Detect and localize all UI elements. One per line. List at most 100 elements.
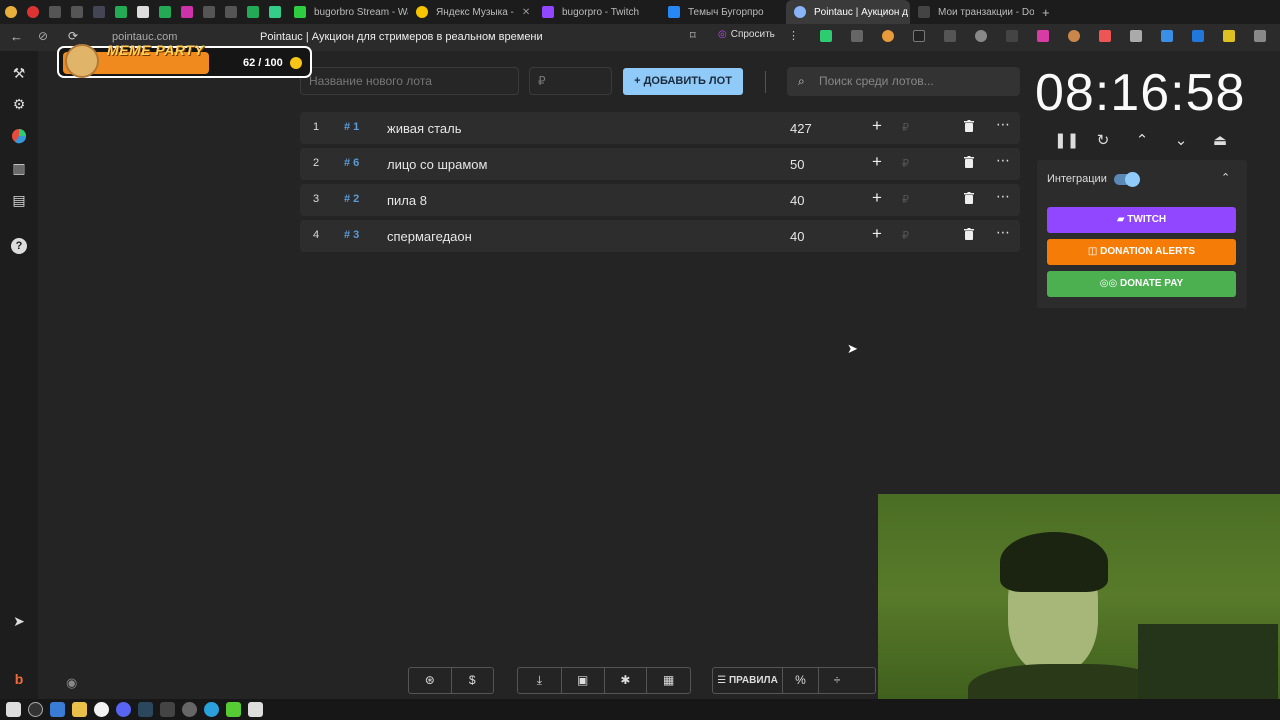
taskbar-app-icon[interactable] [248,702,263,717]
taskbar-app-icon[interactable] [160,702,175,717]
more-options-icon[interactable]: ⋯ [996,116,1011,133]
steam-icon[interactable] [138,702,153,717]
tab-twitch[interactable]: bugorpro - Twitch [534,0,660,24]
extension-icon[interactable] [882,30,894,42]
lot-name[interactable]: пила 8 [387,193,427,208]
tab-yandex-music[interactable]: Яндекс Музыка - ✕ [408,0,534,24]
reload-icon[interactable]: ⟳ [68,29,78,43]
pinned-tab-icon[interactable] [159,6,171,18]
ask-button[interactable]: ◎ Спросить [718,29,775,40]
windows-start-icon[interactable] [6,702,21,717]
lot-name[interactable]: лицо со шрамом [387,157,487,172]
extension-icon[interactable] [1037,30,1049,42]
telegram-icon[interactable] [204,702,219,717]
lot-name[interactable]: спермагедаон [387,229,472,244]
bug-icon[interactable]: ✱ [605,668,648,693]
collapse-chevron-icon[interactable]: ⌃ [1221,171,1230,184]
pinned-tab-icon[interactable] [269,6,281,18]
more-options-icon[interactable]: ⋯ [996,224,1011,241]
add-amount-plus-icon[interactable]: + [872,188,882,208]
pinned-tab-icon[interactable] [115,6,127,18]
extension-icon[interactable] [1068,30,1080,42]
pinned-tab-icon[interactable] [49,6,61,18]
time-down-chevron-icon[interactable]: ⌄ [1172,131,1190,149]
extension-icon[interactable] [1099,30,1111,42]
tab-bugorbro-stream[interactable]: bugorbro Stream - Watc [286,0,408,24]
lot-amount[interactable]: 50 [790,157,804,172]
extension-icon[interactable] [1223,30,1235,42]
save-icon[interactable]: ▣ [562,668,605,693]
extension-icon[interactable] [975,30,987,42]
extra-amount-input[interactable]: ₽ [902,193,909,206]
pause-icon[interactable]: ❚❚ [1054,131,1079,149]
time-up-chevron-icon[interactable]: ⌃ [1133,131,1151,149]
extra-amount-input[interactable]: ₽ [902,229,909,242]
pinned-tab-icon[interactable] [225,6,237,18]
shield-icon[interactable]: ⊘ [38,29,48,43]
extension-icon[interactable] [1006,30,1018,42]
download-icon[interactable]: ⤓ [518,668,562,693]
statistics-chart-icon[interactable]: ▥ [11,160,27,176]
tab-donatepay[interactable]: Мои транзакции - Don [910,0,1034,24]
extension-icon[interactable] [1254,30,1266,42]
yandex-browser-icon[interactable] [94,702,109,717]
pinned-tab-icon[interactable] [247,6,259,18]
pinned-tab-icon[interactable] [93,6,105,18]
extension-icon[interactable] [820,30,832,42]
extension-icon[interactable] [1192,30,1204,42]
close-tab-icon[interactable]: ✕ [522,7,530,18]
settings-gear-icon[interactable]: ⚙ [11,96,27,112]
taskbar-app-icon[interactable] [226,702,241,717]
extra-amount-input[interactable]: ₽ [902,121,909,134]
lot-amount[interactable]: 40 [790,193,804,208]
extension-icon[interactable] [851,30,863,42]
add-amount-plus-icon[interactable]: + [872,116,882,136]
taskbar-app-icon[interactable] [50,702,65,717]
rules-button[interactable]: ☰ ПРАВИЛА [713,668,783,693]
wheel-pie-icon[interactable] [11,128,27,144]
github-icon[interactable]: ⊛ [409,668,452,693]
add-amount-plus-icon[interactable]: + [872,152,882,172]
split-icon[interactable]: ÷ [819,668,855,693]
donate-dollar-icon[interactable]: $ [452,668,494,693]
pinned-tab-icon[interactable] [181,6,193,18]
integrations-toggle[interactable] [1114,172,1140,187]
donate-pay-button[interactable]: ◎◎ DONATE PAY [1047,271,1236,297]
discord-icon[interactable] [116,702,131,717]
extension-icon[interactable] [944,30,956,42]
lot-name-input[interactable]: Название нового лота [300,67,519,95]
more-options-icon[interactable]: ⋯ [996,152,1011,169]
back-icon[interactable]: ← [10,29,23,44]
percent-button[interactable]: % [783,668,819,693]
opera-icon[interactable] [27,6,39,18]
obs-icon[interactable] [182,702,197,717]
reset-icon[interactable]: ↻ [1094,131,1112,149]
pinned-tab-icon[interactable] [71,6,83,18]
extension-icon[interactable] [913,30,925,42]
clear-list-icon[interactable]: ▦ [647,668,690,693]
delete-trash-icon[interactable] [964,156,974,168]
search-icon[interactable] [28,702,43,717]
new-tab-icon[interactable]: + [1042,5,1050,20]
search-input[interactable]: ⌕ Поиск среди лотов... [787,67,1020,96]
auction-hammer-icon[interactable]: ⚒ [11,65,27,81]
extension-icon[interactable] [1130,30,1142,42]
lot-amount-input[interactable]: ₽ [529,67,612,95]
lot-amount[interactable]: 427 [790,121,812,136]
delete-trash-icon[interactable] [964,120,974,132]
time-double-up-icon[interactable]: ⏏ [1211,131,1229,149]
lot-amount[interactable]: 40 [790,229,804,244]
lot-name[interactable]: живая сталь [387,121,462,136]
twitch-button[interactable]: ▰ TWITCH [1047,207,1236,233]
delete-trash-icon[interactable] [964,228,974,240]
donation-alerts-button[interactable]: ◫ DONATION ALERTS [1047,239,1236,265]
telegram-icon[interactable]: ➤ [11,613,27,629]
help-question-icon[interactable]: ? [11,238,27,254]
visibility-eye-icon[interactable]: ◉ [66,675,77,691]
delete-trash-icon[interactable] [964,192,974,204]
file-explorer-icon[interactable] [72,702,87,717]
tab-vk[interactable]: Темыч Бугорпро [660,0,786,24]
add-lot-button[interactable]: + ДОБАВИТЬ ЛОТ [623,68,743,95]
pinned-tab-icon[interactable] [203,6,215,18]
more-options-icon[interactable]: ⋯ [996,188,1011,205]
